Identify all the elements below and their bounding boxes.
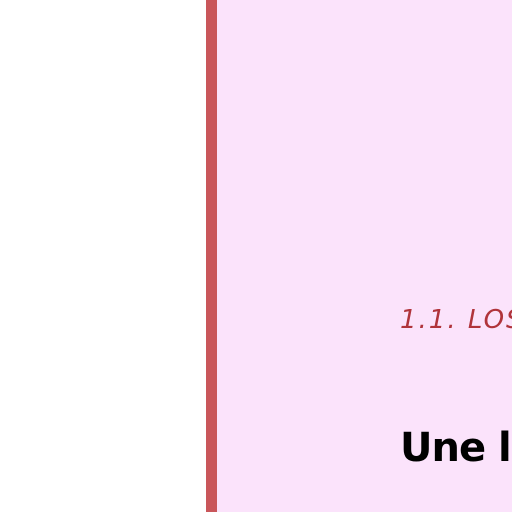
main-title: Une lo xyxy=(400,425,512,471)
slide-view: 1.1. LOS Une lo xyxy=(0,0,512,512)
left-blank-area xyxy=(0,0,206,512)
section-heading: 1.1. LOS xyxy=(400,305,512,335)
content-panel: 1.1. LOS Une lo xyxy=(206,0,512,512)
